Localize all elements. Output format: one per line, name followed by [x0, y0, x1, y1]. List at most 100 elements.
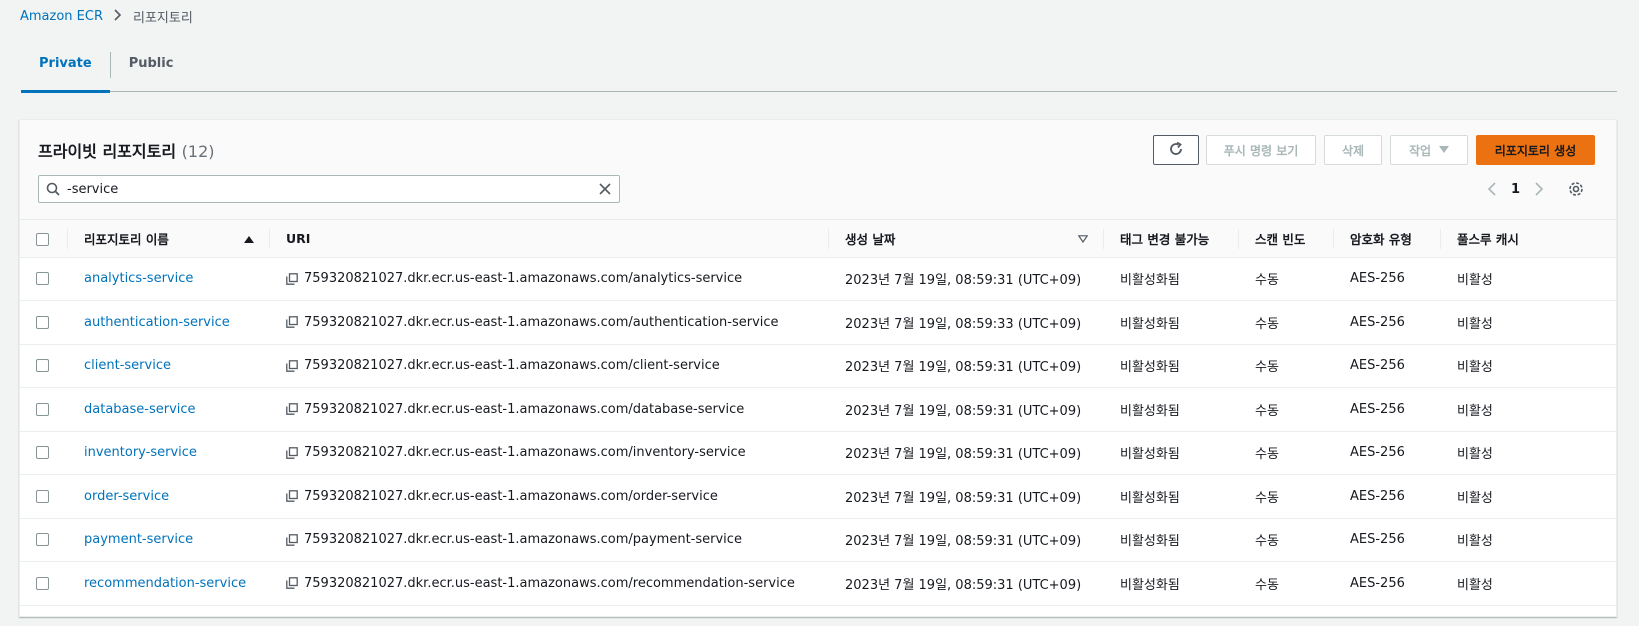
search-input[interactable]: [67, 177, 591, 201]
row-checkbox[interactable]: [36, 533, 49, 547]
copy-icon[interactable]: [286, 403, 298, 416]
copy-icon[interactable]: [286, 316, 298, 329]
refresh-button[interactable]: [1153, 135, 1199, 165]
repository-name-link[interactable]: analytics-service: [84, 271, 193, 286]
clear-icon[interactable]: [591, 183, 619, 195]
copy-icon[interactable]: [286, 446, 298, 459]
uri-text: 759320821027.dkr.ecr.us-east-1.amazonaws…: [304, 445, 746, 461]
header-scan-frequency[interactable]: 스캔 빈도: [1239, 220, 1334, 258]
uri-cell: 759320821027.dkr.ecr.us-east-1.amazonaws…: [270, 474, 829, 519]
uri-cell: 759320821027.dkr.ecr.us-east-1.amazonaws…: [270, 387, 829, 432]
chevron-left-icon[interactable]: [1487, 182, 1497, 196]
caret-down-icon: [1439, 143, 1450, 157]
copy-icon[interactable]: [286, 359, 298, 372]
uri-cell: 759320821027.dkr.ecr.us-east-1.amazonaws…: [270, 300, 829, 345]
header-uri[interactable]: URI: [270, 220, 829, 258]
repository-name-link[interactable]: inventory-service: [84, 445, 197, 460]
search-icon: [39, 182, 67, 196]
table-row: payment-service 759320821027.dkr.ecr.us-…: [20, 518, 1616, 562]
scan-frequency-cell: 수동: [1239, 344, 1334, 388]
copy-icon[interactable]: [286, 490, 298, 503]
pull-through-cache-cell: 비활성: [1441, 474, 1616, 519]
actions-label: 작업: [1408, 143, 1432, 158]
header-created-at[interactable]: 생성 날짜: [829, 220, 1104, 258]
row-checkbox[interactable]: [36, 359, 49, 373]
repository-name-cell: payment-service: [68, 518, 270, 562]
repository-name-cell: client-service: [68, 344, 270, 388]
tag-immutability-cell: 비활성화됨: [1104, 474, 1239, 519]
row-checkbox[interactable]: [36, 272, 49, 286]
repository-name-link[interactable]: database-service: [84, 402, 196, 417]
create-repository-button[interactable]: 리포지토리 생성: [1476, 135, 1595, 165]
pull-through-cache-cell: 비활성: [1441, 387, 1616, 432]
row-select-cell: [20, 300, 68, 345]
tag-immutability-cell: 비활성화됨: [1104, 518, 1239, 562]
panel-title-text: 프라이빗 리포지토리: [38, 142, 177, 161]
created-at-cell: 2023년 7월 19일, 08:59:33 (UTC+09): [829, 300, 1104, 345]
header-repository-name[interactable]: 리포지토리 이름: [68, 220, 270, 258]
row-select-cell: [20, 474, 68, 519]
actions-dropdown-button[interactable]: 작업: [1390, 135, 1468, 165]
row-checkbox[interactable]: [36, 402, 49, 416]
row-checkbox[interactable]: [36, 315, 49, 329]
row-checkbox[interactable]: [36, 446, 49, 460]
search-box: [38, 175, 620, 203]
tab-public[interactable]: Public: [111, 48, 192, 92]
gear-icon[interactable]: [1568, 181, 1584, 197]
encryption-cell: AES-256: [1334, 431, 1441, 475]
header-select-all[interactable]: [20, 220, 68, 258]
repository-name-link[interactable]: order-service: [84, 489, 169, 504]
repository-name-cell: analytics-service: [68, 257, 270, 301]
created-at-cell: 2023년 7월 19일, 08:59:31 (UTC+09): [829, 431, 1104, 475]
row-checkbox[interactable]: [36, 489, 49, 503]
uri-text: 759320821027.dkr.ecr.us-east-1.amazonaws…: [304, 271, 743, 287]
scan-frequency-cell: 수동: [1239, 518, 1334, 562]
created-at-cell: 2023년 7월 19일, 08:59:31 (UTC+09): [829, 518, 1104, 562]
encryption-cell: AES-256: [1334, 257, 1441, 301]
delete-button[interactable]: 삭제: [1324, 135, 1382, 165]
copy-icon[interactable]: [286, 577, 298, 590]
encryption-cell: AES-256: [1334, 474, 1441, 519]
page-number[interactable]: 1: [1511, 182, 1520, 197]
breadcrumb-link-amazon-ecr[interactable]: Amazon ECR: [20, 9, 103, 24]
copy-icon[interactable]: [286, 272, 298, 285]
sort-descending-icon: [1077, 231, 1089, 246]
header-uri-label: URI: [286, 230, 311, 246]
created-at-cell: 2023년 7월 19일, 08:59:31 (UTC+09): [829, 387, 1104, 432]
repository-name-link[interactable]: recommendation-service: [84, 576, 246, 591]
scan-frequency-cell: 수동: [1239, 561, 1334, 606]
repository-name-link[interactable]: client-service: [84, 358, 171, 373]
select-all-checkbox[interactable]: [36, 232, 49, 246]
uri-cell: 759320821027.dkr.ecr.us-east-1.amazonaws…: [270, 344, 829, 388]
copy-icon[interactable]: [286, 533, 298, 546]
tag-immutability-cell: 비활성화됨: [1104, 561, 1239, 606]
tag-immutability-cell: 비활성화됨: [1104, 344, 1239, 388]
header-name-label: 리포지토리 이름: [84, 231, 169, 247]
view-push-commands-button[interactable]: 푸시 명령 보기: [1206, 135, 1316, 165]
created-at-cell: 2023년 7월 19일, 08:59:31 (UTC+09): [829, 257, 1104, 301]
repository-name-cell: order-service: [68, 474, 270, 519]
row-checkbox[interactable]: [36, 576, 49, 590]
table-row: order-service 759320821027.dkr.ecr.us-ea…: [20, 474, 1616, 519]
tag-immutability-cell: 비활성화됨: [1104, 300, 1239, 345]
table-row: recommendation-service 759320821027.dkr.…: [20, 561, 1616, 606]
encryption-cell: AES-256: [1334, 561, 1441, 606]
row-select-cell: [20, 431, 68, 475]
header-tag-label: 태그 변경 불가능: [1120, 231, 1210, 247]
tab-private[interactable]: Private: [21, 48, 110, 93]
uri-text: 759320821027.dkr.ecr.us-east-1.amazonaws…: [304, 575, 795, 591]
repository-name-link[interactable]: payment-service: [84, 532, 193, 547]
table-row: client-service 759320821027.dkr.ecr.us-e…: [20, 344, 1616, 388]
header-pull-through-cache[interactable]: 풀스루 캐시: [1441, 220, 1616, 258]
panel-header: 프라이빗 리포지토리 (12) 푸시 명령 보기 삭제 작업 리포지토리 생성: [20, 120, 1616, 220]
repositories-panel: 프라이빗 리포지토리 (12) 푸시 명령 보기 삭제 작업 리포지토리 생성: [19, 119, 1617, 617]
header-encryption[interactable]: 암호화 유형: [1334, 220, 1441, 258]
pull-through-cache-cell: 비활성: [1441, 561, 1616, 606]
repository-name-link[interactable]: authentication-service: [84, 315, 230, 330]
table-row: authentication-service 759320821027.dkr.…: [20, 300, 1616, 345]
created-at-cell: 2023년 7월 19일, 08:59:31 (UTC+09): [829, 474, 1104, 519]
uri-cell: 759320821027.dkr.ecr.us-east-1.amazonaws…: [270, 518, 829, 562]
chevron-right-icon[interactable]: [1534, 182, 1544, 196]
header-tag-immutability[interactable]: 태그 변경 불가능: [1104, 220, 1239, 258]
uri-text: 759320821027.dkr.ecr.us-east-1.amazonaws…: [304, 488, 718, 504]
